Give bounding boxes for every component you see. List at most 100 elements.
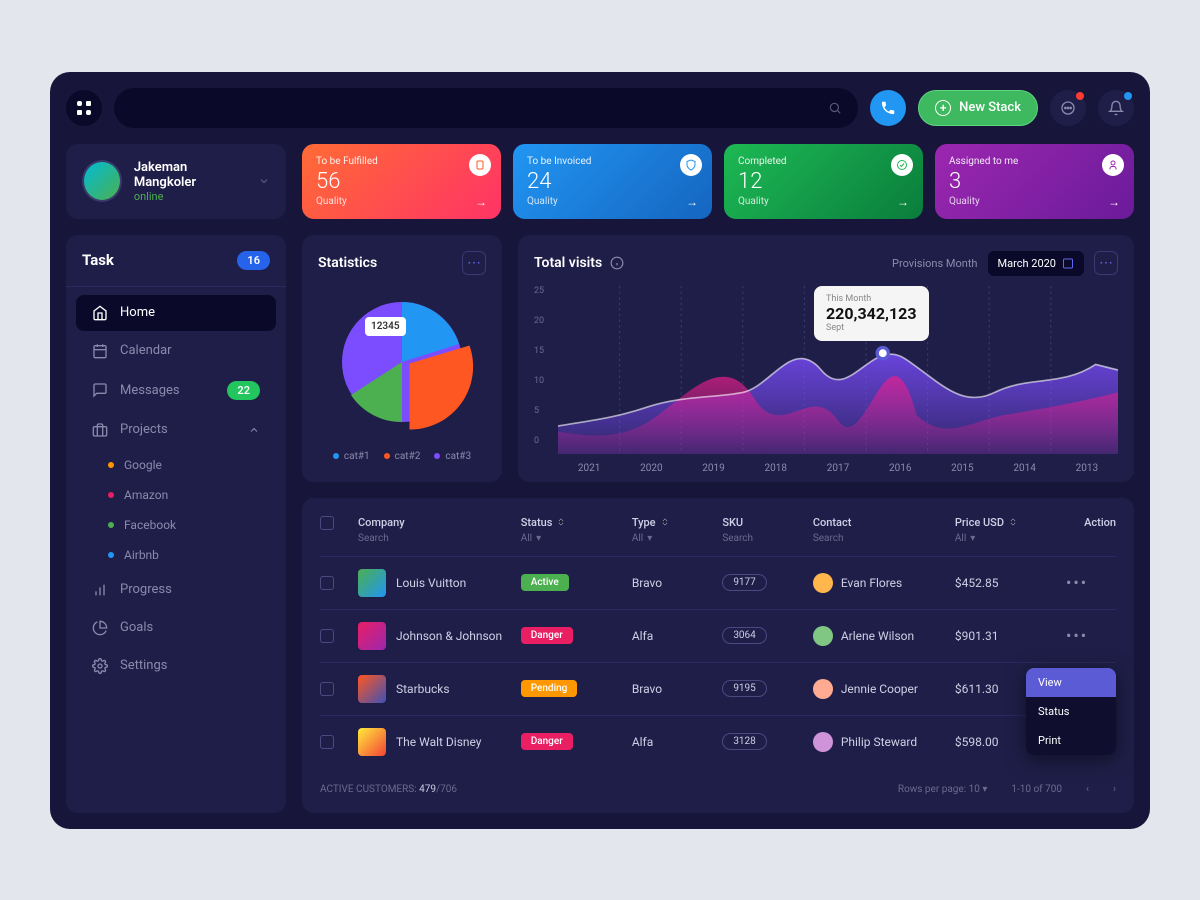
- sort-icon: [1008, 517, 1018, 527]
- sub-item-airbnb[interactable]: Airbnb: [108, 540, 286, 570]
- column-contact[interactable]: Contact: [813, 516, 947, 529]
- row-checkbox[interactable]: [320, 576, 334, 590]
- type-cell: Bravo: [632, 682, 715, 696]
- company-thumb: [358, 675, 386, 703]
- contact-cell: Evan Flores: [813, 573, 947, 593]
- column-company[interactable]: Company: [358, 516, 513, 529]
- sku-badge: 3064: [722, 627, 766, 644]
- profile-status: online: [134, 190, 246, 203]
- company-name: Starbucks: [396, 682, 450, 696]
- row-action-button[interactable]: •••: [1066, 626, 1116, 645]
- sub-item-google[interactable]: Google: [108, 450, 286, 480]
- filter-company[interactable]: Search: [358, 533, 513, 544]
- task-count-badge: 16: [237, 251, 270, 270]
- column-status[interactable]: Status: [521, 516, 624, 529]
- arrow-right-icon: →: [897, 195, 909, 209]
- arrow-right-icon: →: [686, 195, 698, 209]
- status-badge: Danger: [521, 733, 573, 750]
- filter-type[interactable]: All ▾: [632, 533, 715, 544]
- row-checkbox[interactable]: [320, 735, 334, 749]
- sidebar-item-calendar[interactable]: Calendar: [76, 333, 276, 369]
- sub-item-facebook[interactable]: Facebook: [108, 510, 286, 540]
- user-icon: [1102, 154, 1124, 176]
- app-logo-icon[interactable]: [66, 90, 102, 126]
- sidebar-item-goals[interactable]: Goals: [76, 610, 276, 646]
- chevron-up-icon: [248, 424, 260, 436]
- avatar: [82, 160, 122, 202]
- provisions-label: Provisions Month: [892, 257, 977, 270]
- sku-badge: 9177: [722, 574, 766, 591]
- filter-sku[interactable]: Search: [722, 533, 805, 544]
- visits-card: Total visits Provisions Month March 2020…: [518, 235, 1134, 482]
- plus-icon: +: [935, 100, 951, 116]
- column-sku[interactable]: SKU: [722, 516, 805, 529]
- arrow-right-icon: →: [1108, 195, 1120, 209]
- chevron-down-icon: [258, 175, 270, 187]
- info-icon[interactable]: [610, 256, 624, 270]
- month-select[interactable]: March 2020: [988, 251, 1085, 276]
- phone-button[interactable]: [870, 90, 906, 126]
- sub-item-amazon[interactable]: Amazon: [108, 480, 286, 510]
- sidebar-item-label: Home: [120, 305, 155, 320]
- sort-icon: [660, 517, 670, 527]
- statistics-title: Statistics: [318, 255, 377, 271]
- search-input[interactable]: [114, 88, 858, 128]
- table-header: Company Search Status All ▾ Type All ▾ S…: [320, 516, 1116, 556]
- contact-name: Evan Flores: [841, 576, 902, 590]
- rows-per-page[interactable]: Rows per page: 10 ▾: [898, 784, 987, 795]
- sidebar-item-projects[interactable]: Projects: [76, 412, 276, 448]
- arrow-right-icon: →: [475, 195, 487, 209]
- menu-item-print[interactable]: Print: [1026, 726, 1116, 755]
- sidebar-item-progress[interactable]: Progress: [76, 572, 276, 608]
- next-page-button[interactable]: ›: [1113, 784, 1116, 795]
- notifications-button[interactable]: [1098, 90, 1134, 126]
- new-stack-button[interactable]: + New Stack: [918, 90, 1038, 126]
- type-cell: Alfa: [632, 735, 715, 749]
- sidebar-item-home[interactable]: Home: [76, 295, 276, 331]
- profile-card[interactable]: Jakeman Mangkoler online: [66, 144, 286, 219]
- menu-item-status[interactable]: Status: [1026, 697, 1116, 726]
- table-row: Starbucks Pending Bravo 9195 Jennie Coop…: [320, 662, 1116, 715]
- select-all-checkbox[interactable]: [320, 516, 334, 530]
- visits-title: Total visits: [534, 255, 602, 271]
- metric-fulfilled[interactable]: To be Fulfilled 56 Quality →: [302, 144, 501, 219]
- menu-item-view[interactable]: View: [1026, 668, 1116, 697]
- calendar-icon: [92, 343, 108, 359]
- company-thumb: [358, 728, 386, 756]
- column-price[interactable]: Price USD: [955, 516, 1058, 529]
- filter-contact[interactable]: Search: [813, 533, 947, 544]
- calendar-icon: [1062, 257, 1074, 269]
- sidebar-item-label: Projects: [120, 422, 168, 437]
- company-thumb: [358, 569, 386, 597]
- message-icon: [92, 382, 108, 398]
- row-checkbox[interactable]: [320, 629, 334, 643]
- dot-icon: [108, 522, 114, 528]
- filter-status[interactable]: All ▾: [521, 533, 624, 544]
- sort-icon: [556, 517, 566, 527]
- company-name: The Walt Disney: [396, 735, 482, 749]
- more-button[interactable]: ⋯: [1094, 251, 1118, 275]
- topbar: + New Stack: [66, 88, 1134, 128]
- metric-assigned[interactable]: Assigned to me 3 Quality →: [935, 144, 1134, 219]
- row-checkbox[interactable]: [320, 682, 334, 696]
- chat-button[interactable]: [1050, 90, 1086, 126]
- filter-price[interactable]: All ▾: [955, 533, 1058, 544]
- sidebar-item-messages[interactable]: Messages 22: [76, 371, 276, 410]
- metric-invoiced[interactable]: To be Invoiced 24 Quality →: [513, 144, 712, 219]
- row-action-button[interactable]: •••: [1066, 573, 1116, 592]
- active-customers-label: ACTIVE CUSTOMERS: 479/706: [320, 784, 457, 795]
- pie-tooltip: 12345: [365, 317, 406, 336]
- column-type[interactable]: Type: [632, 516, 715, 529]
- status-badge: Danger: [521, 627, 573, 644]
- sidebar-item-settings[interactable]: Settings: [76, 648, 276, 684]
- sidebar-item-label: Goals: [120, 620, 153, 635]
- projects-sub-items: Google Amazon Facebook Airbnb: [66, 450, 286, 570]
- more-button[interactable]: ⋯: [462, 251, 486, 275]
- table-row: The Walt Disney Danger Alfa 3128 Philip …: [320, 715, 1116, 768]
- contact-cell: Jennie Cooper: [813, 679, 947, 699]
- pie-legend: cat#1 cat#2 cat#3: [318, 451, 486, 462]
- price-cell: $901.31: [955, 629, 1058, 643]
- x-axis: 2021 2020 2019 2018 2017 2016 2015 2014 …: [558, 463, 1118, 474]
- prev-page-button[interactable]: ‹: [1086, 784, 1089, 795]
- metric-completed[interactable]: Completed 12 Quality →: [724, 144, 923, 219]
